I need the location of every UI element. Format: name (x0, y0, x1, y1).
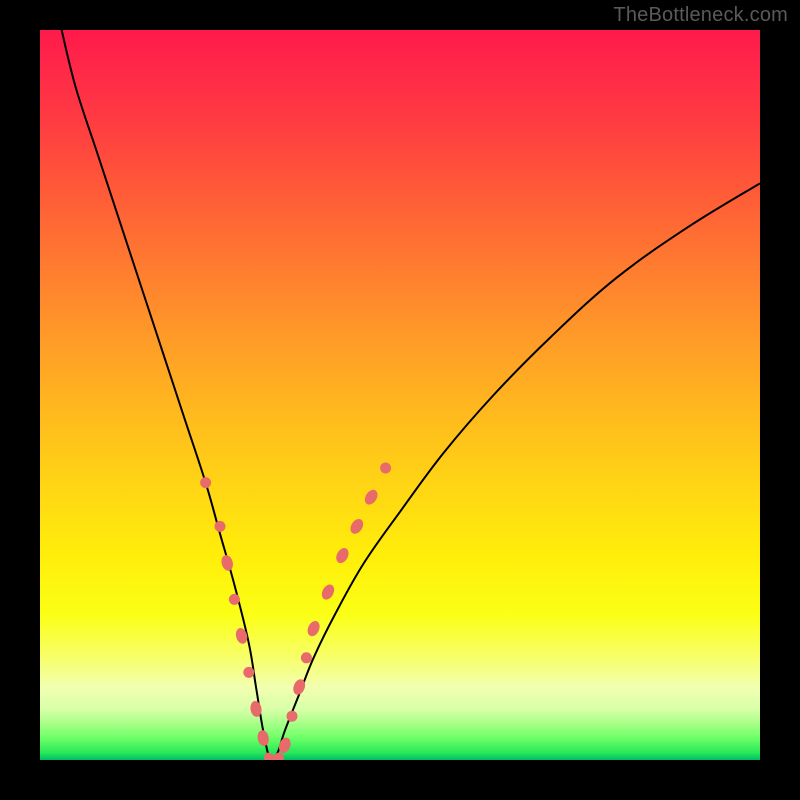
chart-container: TheBottleneck.com (0, 0, 800, 800)
sample-dot (301, 652, 312, 663)
sample-dot (220, 554, 235, 572)
sample-dot (200, 477, 211, 488)
plot-svg (40, 30, 760, 760)
sample-dot (234, 627, 249, 645)
watermark-text: TheBottleneck.com (613, 4, 788, 27)
sample-dot (229, 594, 240, 605)
sample-dot (380, 463, 391, 474)
sample-dot (256, 729, 270, 747)
sample-dot (305, 619, 322, 638)
sample-dot (215, 521, 226, 532)
sample-dot (277, 736, 293, 755)
sample-dots (200, 463, 391, 761)
sample-dot (319, 582, 336, 601)
sample-dot (362, 487, 380, 506)
sample-dot (243, 667, 254, 678)
sample-dot (334, 546, 351, 565)
sample-dot (348, 517, 366, 536)
bottleneck-curve (62, 30, 760, 760)
sample-dot (287, 711, 298, 722)
